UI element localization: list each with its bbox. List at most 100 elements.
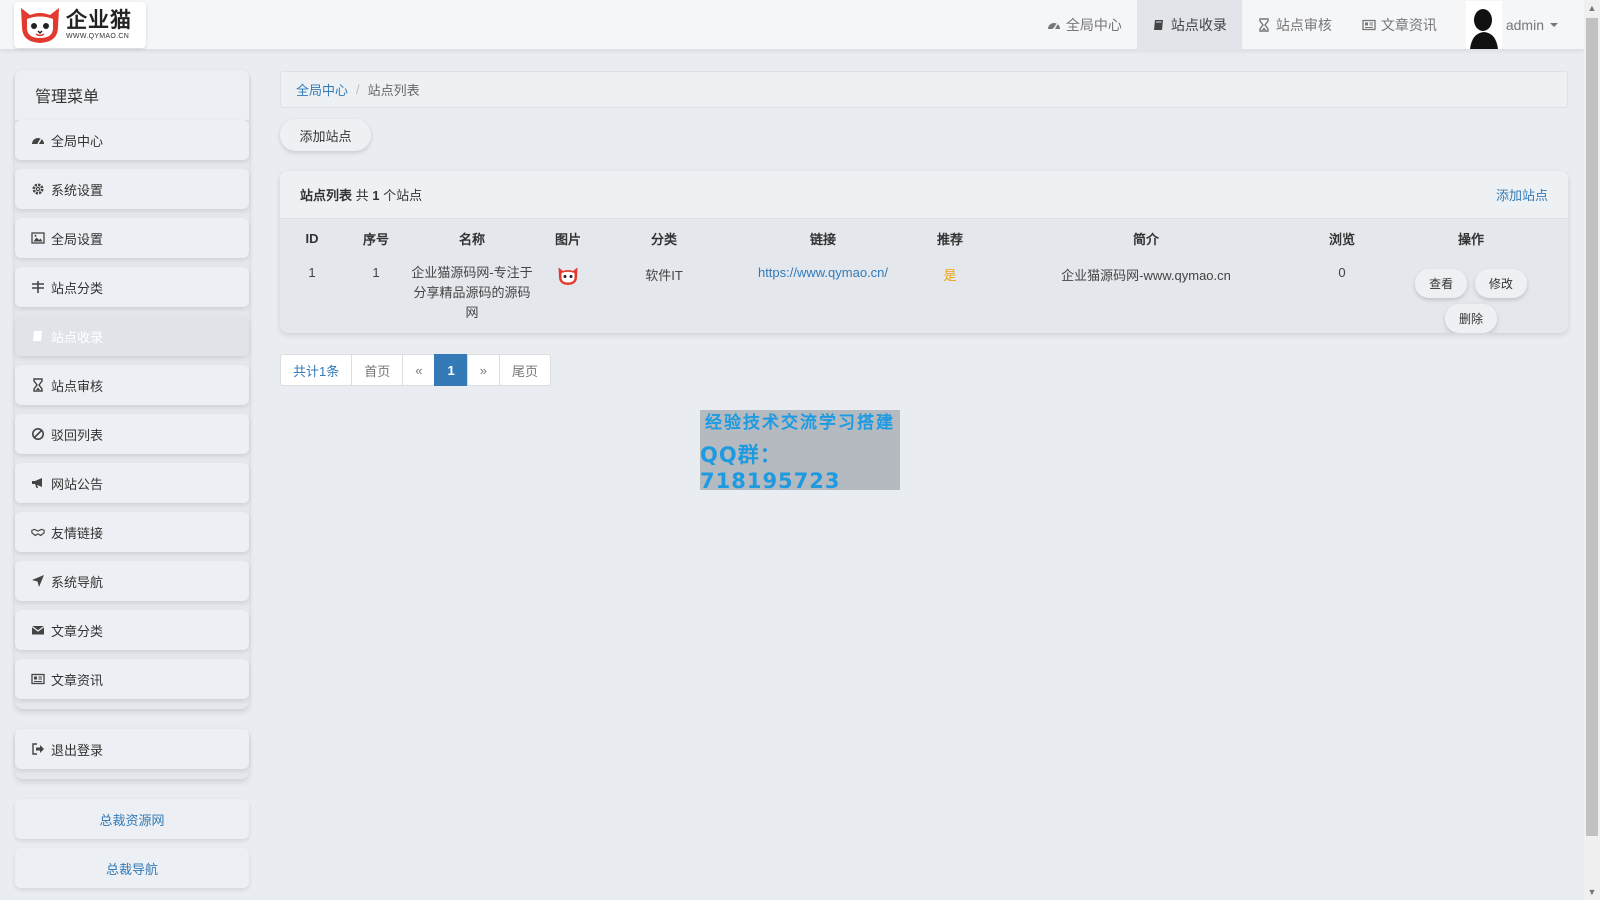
admin-menu: 管理菜单 全局中心 系统设置 全局设置 站点分类 站点收录 站点审核 驳回列表 … <box>15 70 249 709</box>
cell-intro: 企业猫源码网-www.qymao.cn <box>1061 268 1231 283</box>
cell-order: 1 <box>372 265 380 280</box>
brand-name: 企业猫 <box>66 9 132 32</box>
newspaper-icon <box>31 672 45 686</box>
topnav-item-site-collect[interactable]: 站点收录 <box>1136 0 1242 50</box>
page-total: 共计1条 <box>280 354 353 386</box>
recommend-badge: 是 <box>943 268 957 283</box>
page-next[interactable]: » <box>466 354 500 386</box>
sidebar-item-label: 全局中心 <box>51 133 104 149</box>
col-header-recommend: 推荐 <box>936 231 963 247</box>
site-list-panel: 站点列表 共 1 个站点 添加站点 ID 序号 名称 图片 分类 链接 推荐 简… <box>280 171 1568 333</box>
cell-link: https://www.qymao.cn/ <box>728 257 918 333</box>
col-header-link: 链接 <box>809 231 836 247</box>
breadcrumb-current: 站点列表 <box>367 83 420 98</box>
pagination: 共计1条 首页 « 1 » 尾页 <box>280 354 551 386</box>
panel-title-main: 站点列表 <box>300 188 353 203</box>
promo-banner: 经验技术交流学习搭建 QQ群：718195723 <box>700 410 900 493</box>
topnav-item-site-review[interactable]: 站点审核 <box>1242 0 1347 50</box>
site-count: 1 <box>372 188 380 203</box>
breadcrumb-home[interactable]: 全局中心 <box>296 80 348 99</box>
user-menu[interactable]: admin <box>1452 0 1570 50</box>
top-nav: 全局中心 站点收录 站点审核 文章资讯 admin <box>1032 0 1570 50</box>
sidebar-item-articles[interactable]: 文章资讯 <box>15 659 249 699</box>
col-header-order: 序号 <box>362 231 389 247</box>
sidebar-item-label: 站点审核 <box>51 378 104 394</box>
brand-logo[interactable]: 企业猫 WWW.QYMAO.CN <box>14 2 146 48</box>
sidebar-item-rejected[interactable]: 驳回列表 <box>15 414 249 454</box>
page-first[interactable]: 首页 <box>351 354 404 386</box>
sidebar-item-system-nav[interactable]: 系统导航 <box>15 561 249 601</box>
topnav-label: 站点审核 <box>1275 17 1332 33</box>
sidebar-item-article-category[interactable]: 文章分类 <box>15 610 249 650</box>
page-prev[interactable]: « <box>402 354 436 386</box>
page-current[interactable]: 1 <box>434 354 468 386</box>
sidebar-item-site-category[interactable]: 站点分类 <box>15 267 249 307</box>
newspaper-icon <box>1362 18 1376 32</box>
cell-name: 企业猫源码网-专注于分享精品源码的源码网 <box>411 265 533 320</box>
sidebar-item-dashboard[interactable]: 全局中心 <box>15 120 249 160</box>
sidebar-item-site-review[interactable]: 站点审核 <box>15 365 249 405</box>
sidebar-item-system-settings[interactable]: 系统设置 <box>15 169 249 209</box>
envelope-icon <box>31 623 45 637</box>
avatar <box>1465 1 1502 49</box>
sidebar-item-label: 友情链接 <box>51 525 104 541</box>
sidebar-item-friend-links[interactable]: 友情链接 <box>15 512 249 552</box>
caret-down-icon <box>1550 23 1558 27</box>
cell-category: 软件IT <box>645 268 683 283</box>
sidebar-item-label: 驳回列表 <box>51 427 104 443</box>
scroll-up-arrow-icon[interactable]: ▲ <box>1584 0 1600 16</box>
page-scrollbar[interactable]: ▲ ▼ <box>1584 0 1600 900</box>
logout-group: 退出登录 <box>15 729 249 779</box>
book-icon <box>31 329 45 343</box>
sidebar-item-label: 网站公告 <box>51 476 104 492</box>
page-last[interactable]: 尾页 <box>498 354 551 386</box>
link-zongcai-resource[interactable]: 总裁资源网 <box>15 799 249 839</box>
col-header-actions: 操作 <box>1457 231 1484 247</box>
ban-icon <box>31 427 45 441</box>
sidebar-item-site-collect[interactable]: 站点收录 <box>15 316 249 356</box>
image-icon <box>31 231 45 245</box>
location-arrow-icon <box>31 574 45 588</box>
col-header-intro: 简介 <box>1132 231 1159 247</box>
panel-title: 站点列表 共 1 个站点 <box>300 185 422 204</box>
cat-logo-icon <box>21 8 59 43</box>
delete-button[interactable]: 删除 <box>1444 304 1497 333</box>
promo-line-1: 经验技术交流学习搭建 <box>705 412 895 433</box>
link-zongcai-nav[interactable]: 总裁导航 <box>15 848 249 888</box>
sidebar-item-global-settings[interactable]: 全局设置 <box>15 218 249 258</box>
topnav-label: 站点收录 <box>1170 17 1227 33</box>
logout-label: 退出登录 <box>51 742 104 758</box>
scroll-thumb[interactable] <box>1586 18 1598 836</box>
menu-list: 全局中心 系统设置 全局设置 站点分类 站点收录 站点审核 驳回列表 网站公告 … <box>15 120 249 709</box>
sidebar-item-label: 系统设置 <box>51 182 104 198</box>
logout-button[interactable]: 退出登录 <box>15 729 249 769</box>
site-url-link[interactable]: https://www.qymao.cn/ <box>758 265 888 280</box>
edit-button[interactable]: 修改 <box>1474 269 1527 298</box>
panel-title-suffix: 个站点 <box>383 188 423 203</box>
panel-add-site-link[interactable]: 添加站点 <box>1496 185 1548 204</box>
add-site-button[interactable]: 添加站点 <box>280 119 371 151</box>
sidebar-item-label: 文章分类 <box>51 623 104 639</box>
panel-title-prefix: 共 <box>355 188 369 203</box>
table-row: 1 1 企业猫源码网-专注于分享精品源码的源码网 软件IT https://ww… <box>280 257 1568 333</box>
sidebar-item-announcement[interactable]: 网站公告 <box>15 463 249 503</box>
cell-recommend: 是 <box>918 257 982 333</box>
sidebar-item-label: 站点收录 <box>51 329 104 345</box>
brand-url: WWW.QYMAO.CN <box>66 33 130 40</box>
cell-actions: 查看 修改 删除 <box>1374 257 1568 333</box>
gear-icon <box>31 182 45 196</box>
topnav-item-articles[interactable]: 文章资讯 <box>1347 0 1452 50</box>
topnav-item-dashboard[interactable]: 全局中心 <box>1032 0 1137 50</box>
col-header-views: 浏览 <box>1328 231 1355 247</box>
table-header-row: ID 序号 名称 图片 分类 链接 推荐 简介 浏览 操作 <box>280 219 1568 257</box>
book-icon <box>1152 18 1166 32</box>
site-thumbnail-cat-icon[interactable] <box>557 265 579 287</box>
breadcrumb-separator: / <box>356 82 360 97</box>
username: admin <box>1505 17 1544 33</box>
view-button[interactable]: 查看 <box>1415 269 1468 298</box>
panel-heading: 站点列表 共 1 个站点 添加站点 <box>280 171 1568 219</box>
scroll-down-arrow-icon[interactable]: ▼ <box>1584 884 1600 900</box>
col-header-id: ID <box>305 230 319 246</box>
sidebar-item-label: 系统导航 <box>51 574 104 590</box>
cell-views: 0 <box>1338 265 1346 280</box>
